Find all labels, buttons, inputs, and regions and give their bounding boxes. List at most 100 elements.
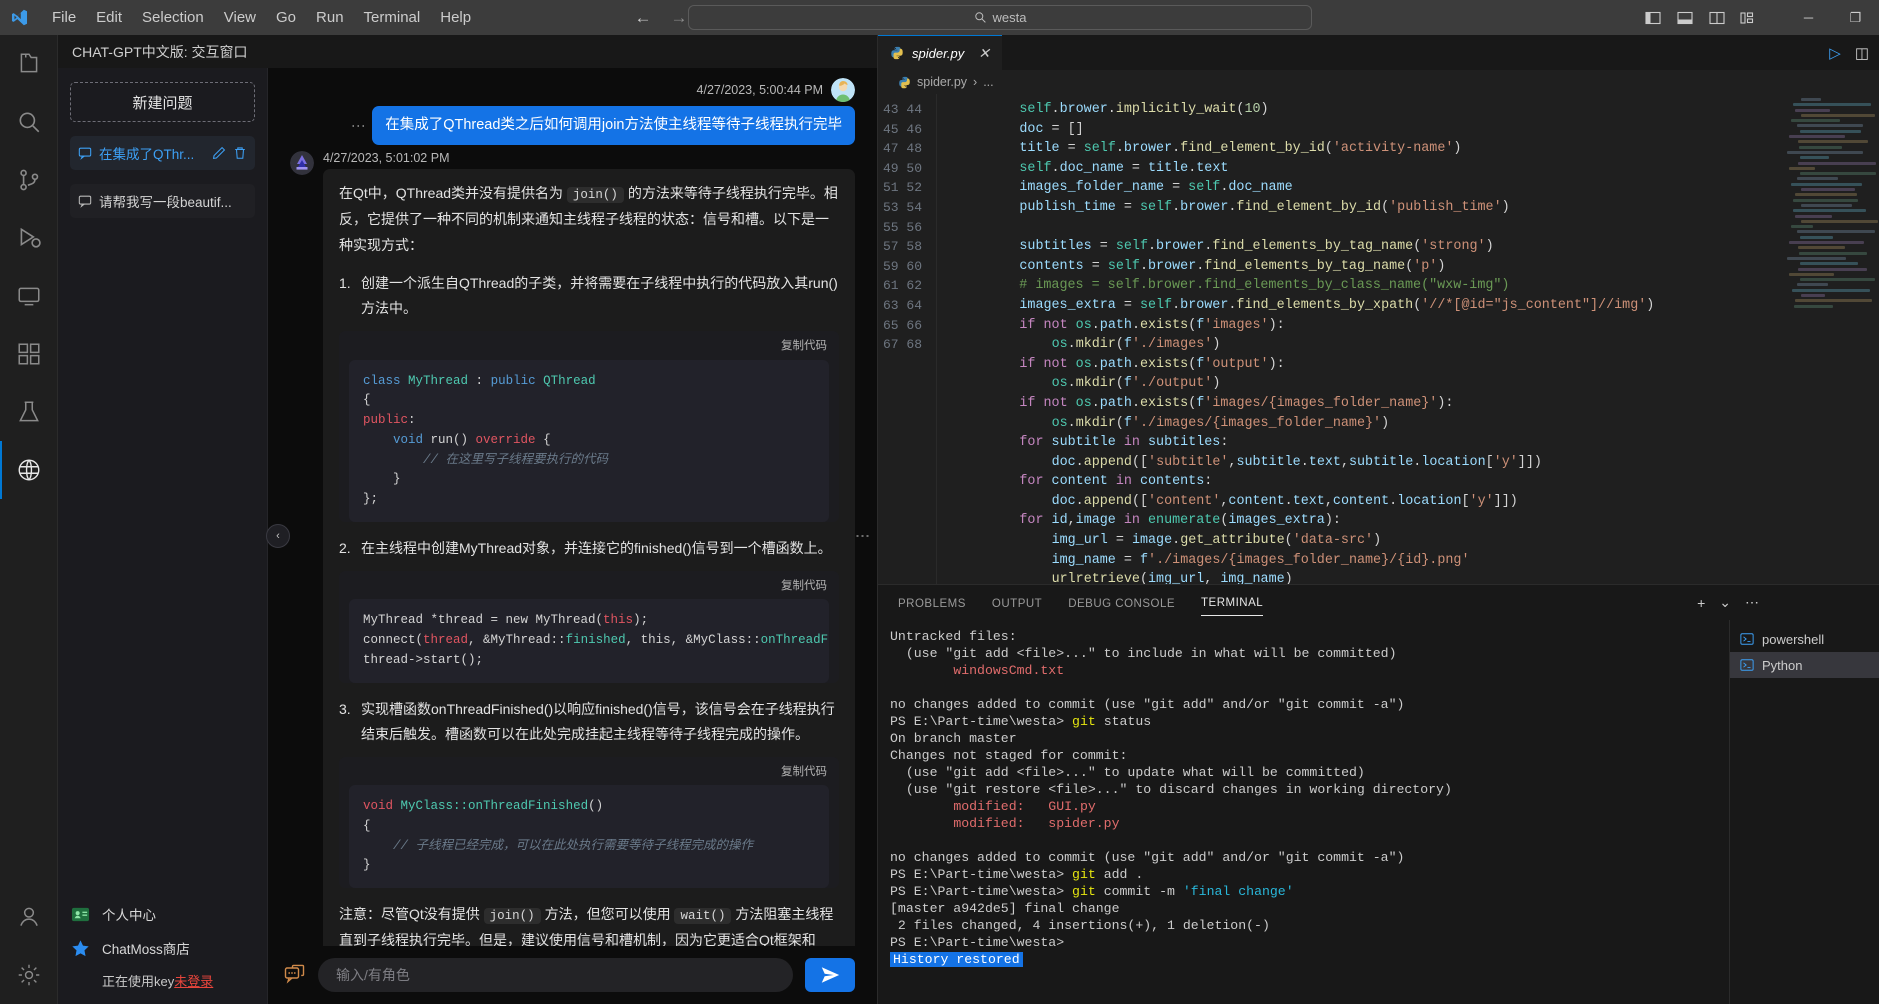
menu-edit[interactable]: Edit (86, 5, 132, 30)
send-button[interactable] (805, 958, 855, 992)
python-file-icon (890, 46, 904, 60)
assistant-note: 注意：尽管Qt没有提供 join() 方法，但您可以使用 wait() 方法阻塞… (339, 902, 839, 946)
terminal-item-powershell[interactable]: powershell (1730, 626, 1879, 652)
search-icon (974, 11, 987, 24)
chevron-down-icon[interactable]: ⌄ (1719, 594, 1731, 611)
toggle-panel-icon[interactable] (1675, 8, 1695, 28)
panel-tab-output[interactable]: OUTPUT (992, 590, 1042, 616)
message-actions-icon[interactable]: ⋮ (352, 119, 366, 133)
tab-spider-py[interactable]: spider.py ✕ (878, 35, 1002, 70)
terminal-output[interactable]: Untracked files: (use "git add <file>...… (878, 620, 1729, 1004)
step-text: 在主线程中创建MyThread对象，并连接它的finished()信号到一个槽函… (361, 540, 832, 556)
activity-run-debug[interactable] (0, 209, 58, 267)
key-status-value[interactable]: 未登录 (174, 974, 213, 989)
new-terminal-icon[interactable]: + (1697, 595, 1705, 611)
forward-arrow-icon[interactable]: → (669, 8, 689, 28)
edit-icon[interactable] (212, 146, 226, 160)
panel-tab-terminal[interactable]: TERMINAL (1201, 589, 1263, 616)
copy-code-button-1[interactable]: 复制代码 (339, 331, 839, 359)
terminal-item-python[interactable]: Python (1730, 652, 1879, 678)
conversation-label: 在集成了QThr... (99, 143, 205, 163)
message-list: 4/27/2023, 5:00:44 PM ⋮ 在集成了QThread类之后如何… (268, 68, 877, 946)
toggle-primary-sidebar-icon[interactable] (1643, 8, 1663, 28)
line-numbers: 43 44 45 46 47 48 49 50 51 52 53 54 55 5… (878, 94, 936, 584)
terminal-icon (1740, 632, 1754, 646)
more-actions-icon[interactable]: ⋯ (1745, 594, 1759, 611)
title-bar: File Edit Selection View Go Run Terminal… (0, 0, 1879, 35)
chatmoss-store-link[interactable]: ChatMoss商店 (70, 931, 255, 965)
terminal-item-label: Python (1762, 658, 1802, 673)
split-editor-icon[interactable]: ◫ (1855, 44, 1869, 62)
collapse-sidebar-button[interactable]: ‹ (266, 524, 290, 548)
conversation-item-0[interactable]: 在集成了QThr... (70, 136, 255, 170)
key-prefix-label: 正在使用key (102, 974, 174, 989)
code-content-3: void MyClass::onThreadFinished() { // 子线… (349, 785, 829, 888)
menu-selection[interactable]: Selection (132, 5, 214, 30)
run-file-icon[interactable]: ▷ (1829, 44, 1841, 62)
note-part-b: 方法，但您可以使用 (541, 906, 675, 922)
breadcrumb-file[interactable]: spider.py (917, 75, 967, 89)
toggle-secondary-sidebar-icon[interactable] (1707, 8, 1727, 28)
customize-layout-icon[interactable] (1739, 8, 1759, 28)
step-text: 创建一个派生自QThread的子类，并将需要在子线程中执行的代码放入其run()… (361, 275, 838, 316)
activity-chatgpt[interactable] (0, 441, 58, 499)
code-content-1: class MyThread : public QThread { public… (349, 360, 829, 522)
breadcrumb-more[interactable]: ... (983, 75, 993, 89)
activity-testing[interactable] (0, 383, 58, 441)
vscode-logo-icon (0, 0, 38, 35)
code-content[interactable]: self.brower.implicitly_wait(10) doc = []… (936, 94, 1879, 584)
profile-center-label: 个人中心 (102, 904, 156, 924)
activity-settings[interactable] (0, 946, 58, 1004)
copy-code-button-3[interactable]: 复制代码 (339, 757, 839, 785)
conversation-item-1[interactable]: 请帮我写一段beautif... (70, 184, 255, 218)
workbench: CHAT-GPT中文版: 交互窗口 新建问题 在集成了QThr... 请帮我写一… (0, 35, 1879, 1004)
tab-close-icon[interactable]: ✕ (978, 45, 990, 62)
step-3: 3. 实现槽函数onThreadFinished()以响应finished()信… (339, 697, 839, 747)
activity-extensions[interactable] (0, 325, 58, 383)
chat-panel-title: CHAT-GPT中文版: 交互窗口 (58, 35, 877, 68)
tab-label: spider.py (912, 46, 964, 61)
menu-help[interactable]: Help (430, 5, 481, 30)
new-question-button[interactable]: 新建问题 (70, 82, 255, 122)
menu-run[interactable]: Run (306, 5, 354, 30)
step-1: 1. 创建一个派生自QThread的子类，并将需要在子线程中执行的代码放入其ru… (339, 271, 839, 321)
activity-remote-explorer[interactable] (0, 267, 58, 325)
menu-file[interactable]: File (42, 5, 86, 30)
command-search-bar[interactable]: westa (688, 5, 1312, 30)
panel-tab-debug-console[interactable]: DEBUG CONSOLE (1068, 590, 1175, 616)
delete-icon[interactable] (233, 146, 247, 160)
menu-view[interactable]: View (214, 5, 266, 30)
bottom-panel: PROBLEMS OUTPUT DEBUG CONSOLE TERMINAL +… (878, 584, 1879, 1004)
menu-go[interactable]: Go (266, 5, 306, 30)
restore-button[interactable]: ❐ (1832, 0, 1879, 35)
menu-terminal[interactable]: Terminal (354, 5, 431, 30)
terminal-icon (1740, 658, 1754, 672)
activity-search[interactable] (0, 93, 58, 151)
back-arrow-icon[interactable]: ← (633, 8, 653, 28)
message-timestamp: 4/27/2023, 5:01:02 PM (323, 151, 449, 165)
activity-explorer[interactable] (0, 35, 58, 93)
code-content-2: MyThread *thread = new MyThread(this); c… (349, 599, 829, 682)
breadcrumb: spider.py › ... (878, 70, 1879, 94)
step-number: 2. (339, 536, 351, 561)
profile-center-link[interactable]: 个人中心 (70, 897, 255, 931)
activity-source-control[interactable] (0, 151, 58, 209)
minimize-button[interactable]: ─ (1785, 0, 1832, 35)
chat-composer (268, 946, 877, 1004)
editor-tabs: spider.py ✕ ▷ ◫ (878, 35, 1879, 70)
copy-code-button-2[interactable]: 复制代码 (339, 571, 839, 599)
chat-input[interactable] (318, 958, 793, 992)
code-block-3: 复制代码 void MyClass::onThreadFinished() { … (339, 757, 839, 888)
conversation-label: 请帮我写一段beautif... (99, 191, 247, 211)
step-number: 1. (339, 271, 351, 296)
activity-accounts[interactable] (0, 888, 58, 946)
message-assistant-1: 4/27/2023, 5:01:02 PM 在Qt中，QThread类并没有提供… (290, 151, 855, 946)
chat-conversation-area: ‹ ⋮ 4/27/2023, 5:00:44 PM (268, 68, 877, 1004)
panel-content: Untracked files: (use "git add <file>...… (878, 620, 1879, 1004)
prompt-roles-icon[interactable] (284, 964, 306, 986)
minimap[interactable] (1787, 98, 1865, 278)
code-editor[interactable]: 43 44 45 46 47 48 49 50 51 52 53 54 55 5… (878, 94, 1879, 584)
step-text: 实现槽函数onThreadFinished()以响应finished()信号，该… (361, 701, 835, 742)
panel-tab-problems[interactable]: PROBLEMS (898, 590, 966, 616)
activity-bar (0, 35, 58, 1004)
